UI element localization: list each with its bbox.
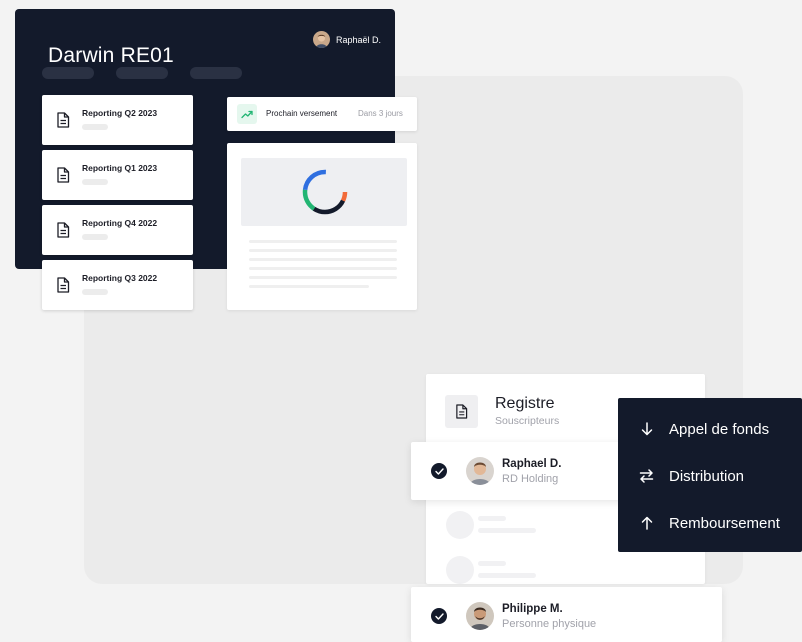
report-label: Reporting Q3 2022 xyxy=(82,273,158,283)
action-menu: Appel de fonds Distribution Remboursemen… xyxy=(618,398,802,552)
member-avatar xyxy=(466,602,494,630)
swap-arrows-icon xyxy=(638,468,655,485)
document-icon xyxy=(57,167,70,183)
placeholder-bar xyxy=(478,573,536,578)
placeholder-bar xyxy=(478,528,536,533)
app-title: Darwin RE01 xyxy=(48,44,174,67)
text-placeholder xyxy=(249,249,397,252)
menu-item-appel-de-fonds[interactable]: Appel de fonds xyxy=(638,419,769,439)
menu-item-distribution[interactable]: Distribution xyxy=(638,466,744,486)
trending-up-icon xyxy=(241,110,253,118)
registre-subtitle: Souscripteurs xyxy=(495,415,560,427)
report-card[interactable]: Reporting Q1 2023 xyxy=(42,150,193,200)
trend-badge xyxy=(237,104,257,124)
placeholder-avatar xyxy=(446,556,474,584)
report-placeholder xyxy=(82,234,108,240)
report-placeholder xyxy=(82,124,108,130)
text-placeholder xyxy=(249,240,397,243)
report-card[interactable]: Reporting Q4 2022 xyxy=(42,205,193,255)
check-icon[interactable] xyxy=(431,463,447,479)
text-placeholder xyxy=(249,276,397,279)
member-avatar xyxy=(466,457,494,485)
menu-item-label: Distribution xyxy=(669,467,745,485)
member-row[interactable]: Raphael D. RD Holding xyxy=(411,442,629,500)
registre-title: Registre xyxy=(495,395,555,412)
report-card[interactable]: Reporting Q3 2022 xyxy=(42,260,193,310)
member-role: RD Holding xyxy=(502,473,559,485)
member-name: Philippe M. xyxy=(502,603,563,615)
text-placeholder xyxy=(249,258,397,261)
user-menu[interactable]: Raphaël D. xyxy=(313,31,381,48)
placeholder-bar xyxy=(478,561,506,566)
report-label: Reporting Q1 2023 xyxy=(82,163,158,173)
menu-item-label: Remboursement xyxy=(669,514,780,532)
user-avatar xyxy=(313,31,330,48)
placeholder-avatar xyxy=(446,511,474,539)
next-payment-label: Prochain versement xyxy=(266,109,338,118)
menu-item-remboursement[interactable]: Remboursement xyxy=(638,513,780,533)
document-icon xyxy=(456,404,468,419)
report-card[interactable]: Reporting Q2 2023 xyxy=(42,95,193,145)
next-payment-card[interactable]: Prochain versement Dans 3 jours xyxy=(227,97,417,131)
report-label: Reporting Q2 2023 xyxy=(82,108,158,118)
user-name: Raphaël D. xyxy=(336,34,382,45)
document-icon xyxy=(57,277,70,293)
nav-placeholder xyxy=(190,67,242,79)
member-name: Raphael D. xyxy=(502,458,562,470)
arrow-down-icon xyxy=(638,421,655,438)
report-placeholder xyxy=(82,179,108,185)
member-row[interactable]: Philippe M. Personne physique xyxy=(411,587,722,642)
chart-card xyxy=(227,143,417,310)
member-role: Personne physique xyxy=(502,618,597,630)
arrow-up-icon xyxy=(638,515,655,532)
placeholder-bar xyxy=(478,516,506,521)
nav-placeholder xyxy=(116,67,168,79)
next-payment-due: Dans 3 jours xyxy=(358,109,403,118)
nav-placeholder xyxy=(42,67,94,79)
menu-item-label: Appel de fonds xyxy=(669,420,770,438)
donut-chart xyxy=(302,169,348,215)
check-icon[interactable] xyxy=(431,608,447,624)
document-icon xyxy=(57,112,70,128)
registre-icon-box xyxy=(445,395,478,428)
text-placeholder xyxy=(249,285,369,288)
report-placeholder xyxy=(82,289,108,295)
report-label: Reporting Q4 2022 xyxy=(82,218,158,228)
document-icon xyxy=(57,222,70,238)
text-placeholder xyxy=(249,267,397,270)
chart-area xyxy=(241,158,407,226)
